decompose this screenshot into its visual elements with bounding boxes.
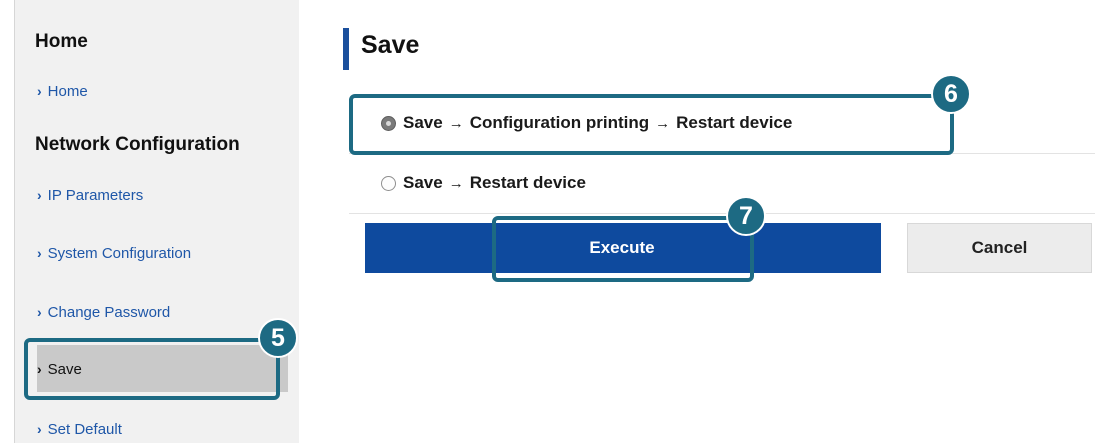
sidebar-item-label: Change Password: [47, 304, 171, 321]
sidebar-item-home[interactable]: › Home: [37, 83, 88, 100]
callout-badge-6: 6: [931, 74, 971, 114]
chevron-right-icon: ›: [37, 245, 42, 261]
callout-badge-7: 7: [726, 196, 766, 236]
sidebar-heading-home: Home: [35, 31, 88, 52]
callout-highlight-option: [349, 94, 954, 155]
page-title: Save: [361, 31, 420, 59]
cancel-button[interactable]: Cancel: [907, 223, 1092, 273]
arrow-right-icon: →: [448, 175, 464, 192]
callout-badge-5: 5: [258, 318, 298, 358]
chevron-right-icon: ›: [37, 421, 42, 437]
callout-highlight-save: [24, 338, 280, 400]
title-accent-bar: [343, 28, 349, 70]
sidebar-item-system-configuration[interactable]: › System Configuration: [37, 245, 191, 262]
sidebar-item-label: Set Default: [47, 421, 122, 438]
sidebar-item-ip-parameters[interactable]: › IP Parameters: [37, 187, 143, 204]
sidebar-item-label: IP Parameters: [47, 187, 144, 204]
page: Home › Home Network Configuration › IP Par…: [0, 0, 1095, 443]
option-part: Restart device: [469, 173, 586, 192]
chevron-right-icon: ›: [37, 83, 42, 99]
sidebar-heading-network: Network Configuration: [35, 134, 240, 155]
sidebar-item-label: System Configuration: [47, 245, 192, 262]
option-part: Save: [403, 173, 443, 192]
sidebar-item-set-default[interactable]: › Set Default: [37, 421, 122, 438]
option-label: Save → Restart device: [403, 173, 586, 193]
callout-highlight-execute: [492, 216, 754, 282]
sidebar-item-label: Home: [47, 83, 88, 100]
sidebar-item-change-password[interactable]: › Change Password: [37, 304, 170, 321]
chevron-right-icon: ›: [37, 187, 42, 203]
chevron-right-icon: ›: [37, 304, 42, 320]
radio-button-unchecked[interactable]: [381, 176, 396, 191]
option-save-restart[interactable]: Save → Restart device: [349, 154, 1095, 214]
